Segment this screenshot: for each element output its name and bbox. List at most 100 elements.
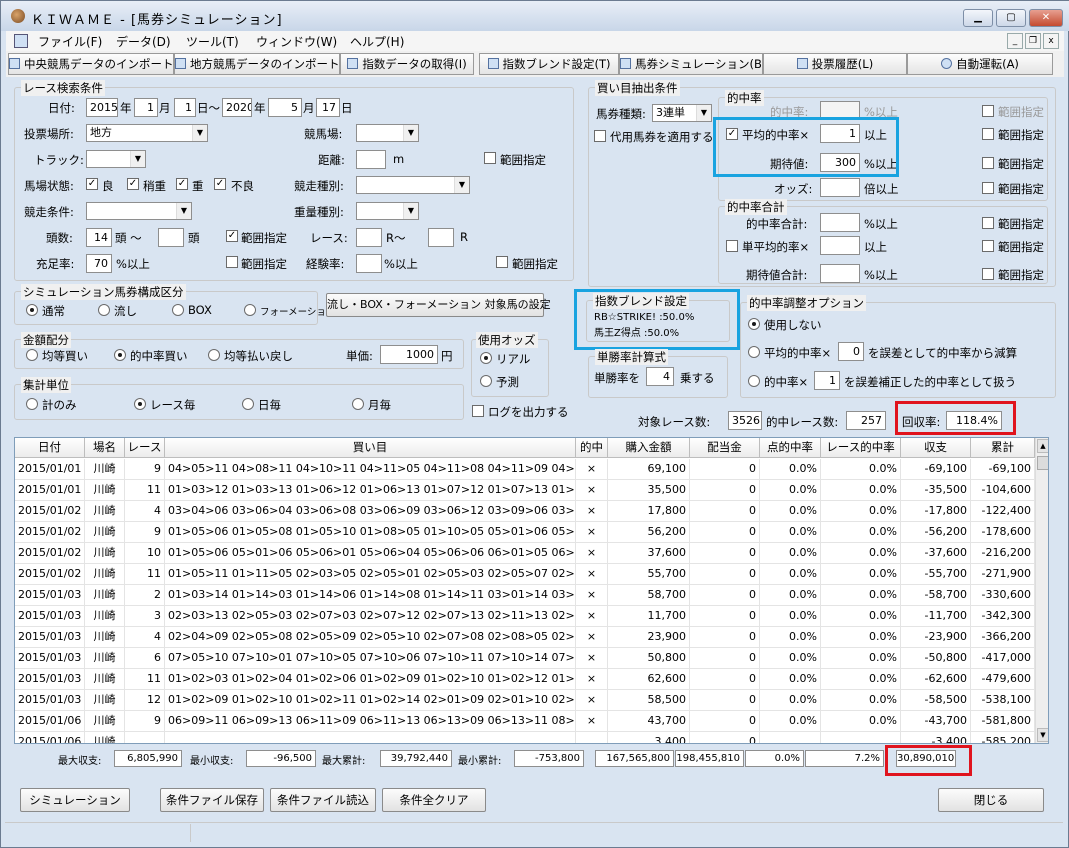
table-row[interactable]: 2015/01/03 川崎 2 01>03>14 01>14>03 01>14>06 …: [15, 585, 1035, 606]
bet-simulation-button[interactable]: 馬券シミュレーション(B): [619, 53, 763, 75]
fill-rate-input[interactable]: 70: [86, 254, 112, 273]
mdi-close-button[interactable]: x: [1043, 33, 1059, 49]
cond-good-checkbox[interactable]: ✓: [86, 178, 98, 190]
minimize-button[interactable]: ▁: [963, 9, 993, 27]
hit-sum-range-checkbox[interactable]: [982, 217, 994, 229]
odds-real-radio[interactable]: [480, 352, 492, 364]
fill-range-checkbox[interactable]: [226, 256, 238, 268]
maximize-button[interactable]: ▢: [996, 9, 1026, 27]
bet-type-select[interactable]: 3連単 ▼: [652, 104, 712, 122]
from-month-input[interactable]: 1: [134, 98, 158, 117]
column-header[interactable]: 点的中率: [760, 438, 821, 458]
venue-select[interactable]: 地方 ▼: [86, 124, 208, 142]
import-local-button[interactable]: 地方競馬データのインポート(N): [174, 53, 340, 75]
agg-day-radio[interactable]: [242, 398, 254, 410]
distance-range-checkbox[interactable]: [484, 152, 496, 164]
track-select[interactable]: ▼: [356, 124, 419, 142]
scroll-thumb[interactable]: [1037, 456, 1048, 470]
close-button[interactable]: 閉じる: [938, 788, 1044, 812]
table-row[interactable]: 2015/01/03 川崎 3 02>03>13 02>05>03 02>07>03 …: [15, 606, 1035, 627]
exp-rate-input[interactable]: [356, 254, 382, 273]
column-header[interactable]: 的中: [576, 438, 608, 458]
column-header[interactable]: 日付: [15, 438, 85, 458]
table-row[interactable]: 2015/01/02 川崎 10 01>05>06 05>01>06 05>06>01…: [15, 543, 1035, 564]
column-header[interactable]: 買い目: [165, 438, 576, 458]
ev-range-checkbox[interactable]: [982, 157, 994, 169]
agg-race-radio[interactable]: [134, 398, 146, 410]
vertical-scrollbar[interactable]: ▲ ▼: [1035, 438, 1048, 743]
sim-nagashi-radio[interactable]: [98, 304, 110, 316]
proxy-bet-checkbox[interactable]: [594, 130, 606, 142]
hit-rate-range-checkbox[interactable]: [982, 105, 994, 117]
from-day-input[interactable]: 1: [174, 98, 196, 117]
ev-sum-range-checkbox[interactable]: [982, 268, 994, 280]
sim-normal-radio[interactable]: [26, 304, 38, 316]
target-horse-settings-button[interactable]: 流し・BOX・フォーメーション 対象馬の設定: [326, 293, 551, 317]
doc-icon[interactable]: [14, 34, 28, 48]
mdi-restore-button[interactable]: ❐: [1025, 33, 1041, 49]
column-header[interactable]: 配当金: [690, 438, 760, 458]
menu-file[interactable]: ファイル(F): [38, 33, 102, 50]
to-month-input[interactable]: 5: [268, 98, 302, 117]
exp-range-checkbox[interactable]: [496, 256, 508, 268]
vote-history-button[interactable]: 投票履歴(L): [763, 53, 907, 75]
avg-hit-range-checkbox[interactable]: [982, 128, 994, 140]
race-to-input[interactable]: [428, 228, 454, 247]
clear-conditions-button[interactable]: 条件全クリア: [382, 788, 486, 812]
table-row[interactable]: 2015/01/02 川崎 9 01>05>06 01>05>08 01>05>10 …: [15, 522, 1035, 543]
column-header[interactable]: レース的中率: [821, 438, 901, 458]
odds-range-checkbox[interactable]: [982, 182, 994, 194]
menu-help[interactable]: ヘルプ(H): [350, 33, 404, 50]
adjust-subtract-radio[interactable]: [748, 346, 760, 358]
money-equal-payout-radio[interactable]: [208, 349, 220, 361]
adjust-correct-radio[interactable]: [748, 375, 760, 387]
menu-tools[interactable]: ツール(T): [186, 33, 239, 50]
heads-range-checkbox[interactable]: ✓: [226, 230, 238, 242]
from-year-input[interactable]: 2015: [86, 98, 118, 117]
odds-predict-radio[interactable]: [480, 375, 492, 387]
table-row[interactable]: 2015/01/03 川崎 6 07>05>10 07>10>01 07>10>05 …: [15, 648, 1035, 669]
single-avg-range-checkbox[interactable]: [982, 240, 994, 252]
adjust-none-radio[interactable]: [748, 318, 760, 330]
agg-month-radio[interactable]: [352, 398, 364, 410]
column-header[interactable]: 収支: [901, 438, 971, 458]
table-row[interactable]: 2015/01/01 川崎 9 04>05>11 04>08>11 04>10>11 …: [15, 459, 1035, 480]
column-header[interactable]: 購入金額: [608, 438, 690, 458]
table-row[interactable]: 2015/01/06 川崎 9 06>09>11 06>09>13 06>11>09 …: [15, 711, 1035, 732]
close-window-button[interactable]: ✕: [1029, 9, 1063, 27]
heads-from-input[interactable]: 14: [86, 228, 112, 247]
to-year-input[interactable]: 2020: [222, 98, 252, 117]
fetch-index-button[interactable]: 指数データの取得(I): [340, 53, 474, 75]
win-rate-input[interactable]: 4: [646, 367, 674, 386]
index-blend-button[interactable]: 指数ブレンド設定(T): [479, 53, 619, 75]
cond-bad-checkbox[interactable]: ✓: [214, 178, 226, 190]
column-header[interactable]: 累計: [971, 438, 1035, 458]
race-cond-select[interactable]: ▼: [86, 202, 192, 220]
import-central-button[interactable]: 中央競馬データのインポート(J): [8, 53, 174, 75]
column-header[interactable]: レース: [125, 438, 165, 458]
race-from-input[interactable]: [356, 228, 382, 247]
mdi-minimize-button[interactable]: _: [1007, 33, 1023, 49]
money-equal-radio[interactable]: [26, 349, 38, 361]
odds-min-input[interactable]: [820, 178, 860, 197]
hit-sum-input[interactable]: [820, 213, 860, 232]
heads-to-input[interactable]: [158, 228, 184, 247]
log-output-checkbox[interactable]: [472, 405, 484, 417]
column-header[interactable]: 場名: [85, 438, 125, 458]
money-hitrate-radio[interactable]: [114, 349, 126, 361]
scroll-up-arrow-icon[interactable]: ▲: [1037, 439, 1048, 453]
to-day-input[interactable]: 17: [316, 98, 340, 117]
sim-formation-radio[interactable]: [244, 304, 256, 316]
auto-run-button[interactable]: 自動運転(A): [907, 53, 1053, 75]
table-row[interactable]: 2015/01/06 川崎 3,400 0 -3,400 -585,200: [15, 732, 1035, 743]
track-kind-select[interactable]: ▼: [86, 150, 146, 168]
weight-type-select[interactable]: ▼: [356, 202, 419, 220]
cond-heavy-checkbox[interactable]: ✓: [176, 178, 188, 190]
table-row[interactable]: 2015/01/01 川崎 11 01>03>12 01>03>13 01>06>12…: [15, 480, 1035, 501]
adjust-correct-input[interactable]: 1: [814, 371, 840, 390]
distance-input[interactable]: [356, 150, 386, 169]
menu-window[interactable]: ウィンドウ(W): [256, 33, 337, 50]
table-row[interactable]: 2015/01/03 川崎 4 02>04>09 02>05>08 02>05>09 …: [15, 627, 1035, 648]
adjust-subtract-input[interactable]: 0: [838, 342, 864, 361]
load-conditions-button[interactable]: 条件ファイル読込: [270, 788, 376, 812]
